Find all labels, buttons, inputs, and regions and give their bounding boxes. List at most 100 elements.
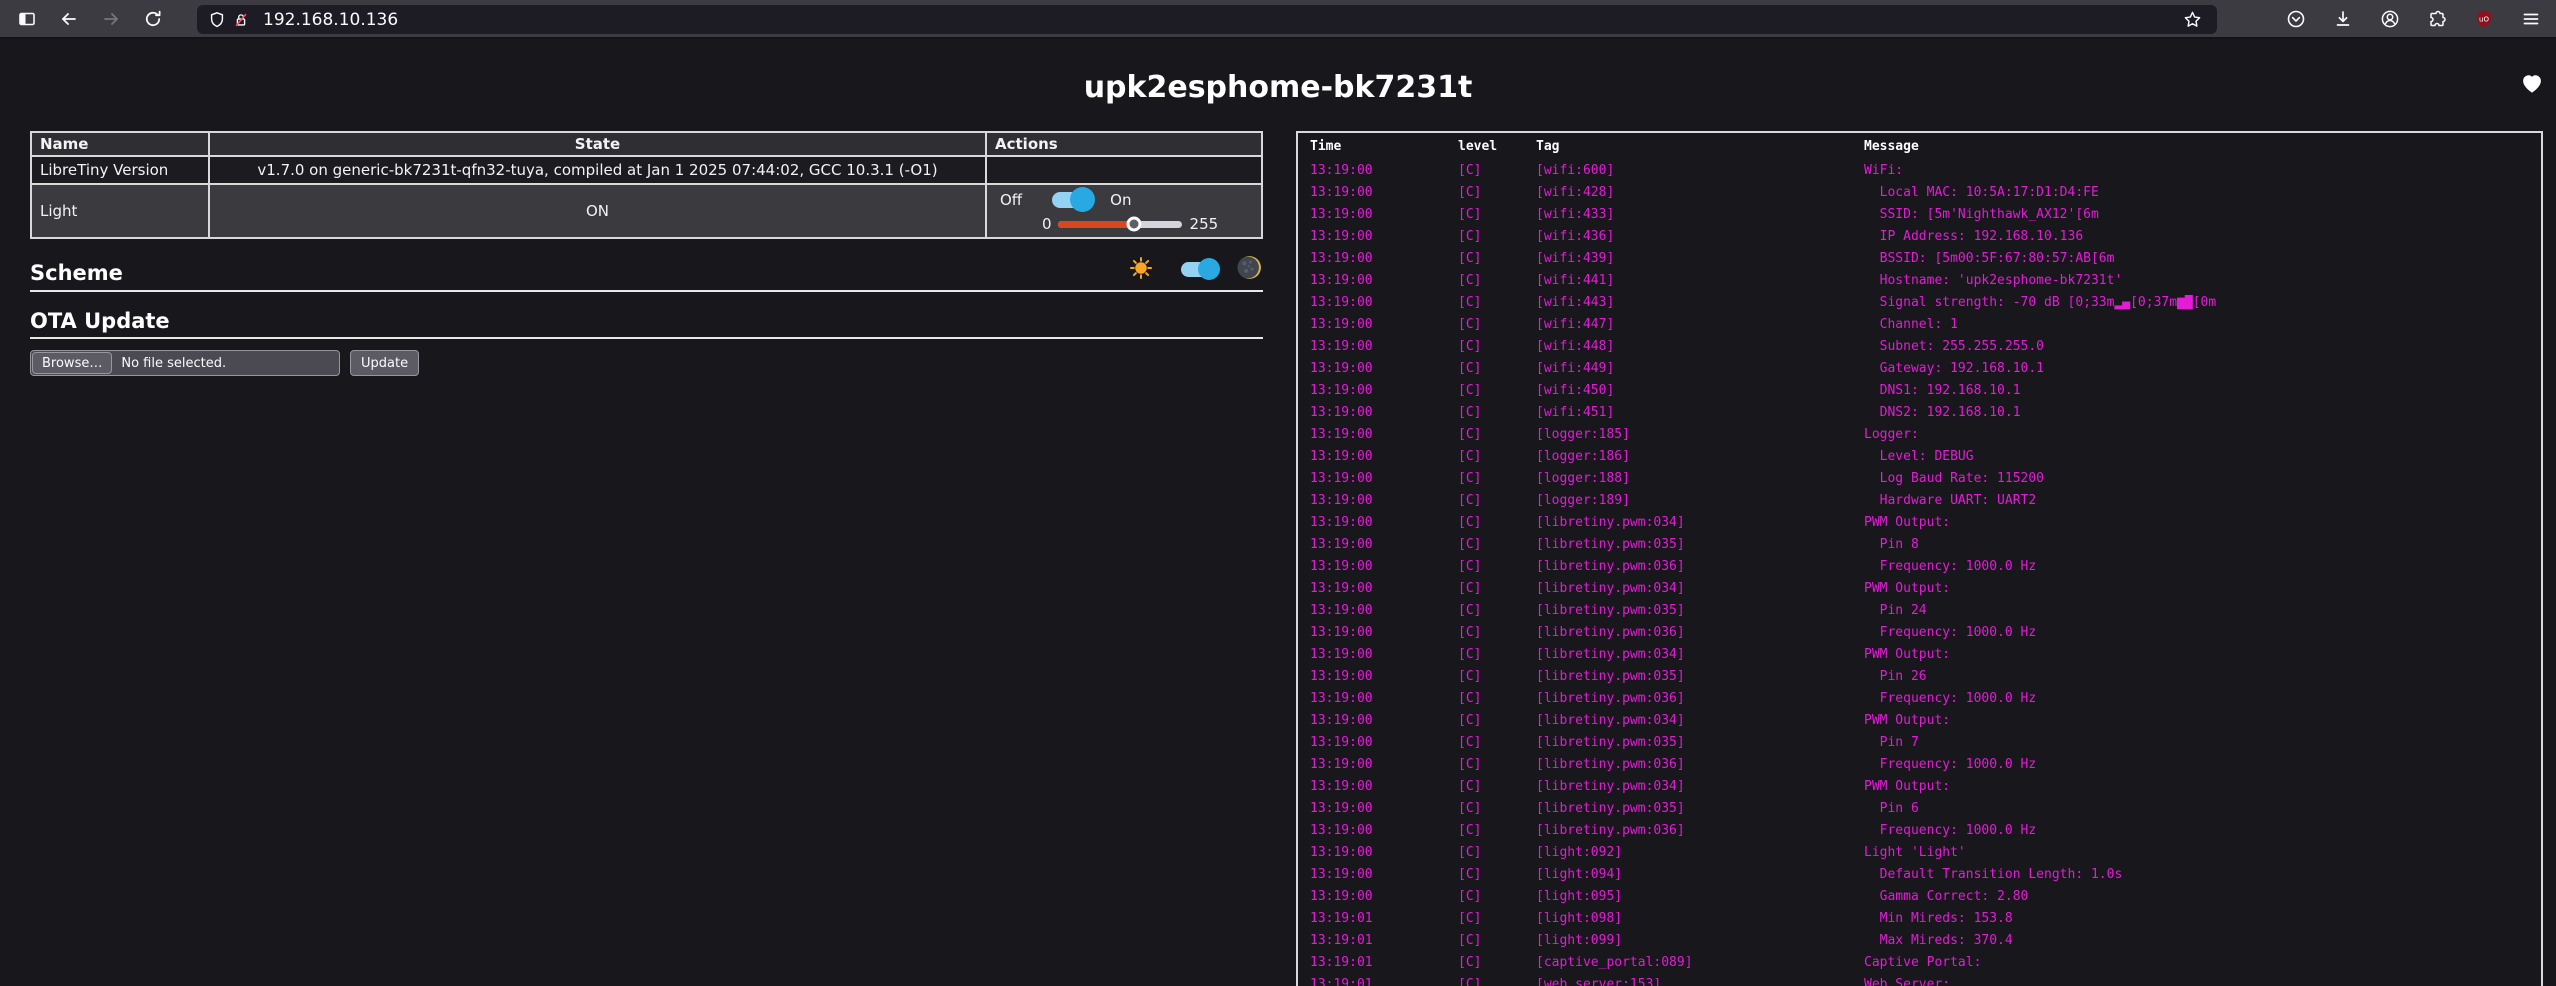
bookmark-star-icon[interactable] [2175, 5, 2209, 35]
log-level: [C] [1458, 427, 1536, 442]
log-level: [C] [1458, 911, 1536, 926]
log-row: 13:19:00 [C] [wifi:449] Gateway: 192.168… [1298, 357, 2541, 379]
log-time: 13:19:00 [1310, 163, 1458, 178]
log-tag: [wifi:443] [1536, 295, 1864, 310]
log-level: [C] [1458, 251, 1536, 266]
log-tag: [libretiny.pwm:036] [1536, 559, 1864, 574]
log-level: [C] [1458, 867, 1536, 882]
log-time: 13:19:00 [1310, 757, 1458, 772]
entity-actions: Off On 0 255 [986, 184, 1262, 238]
log-tag: [libretiny.pwm:036] [1536, 757, 1864, 772]
log-message: Pin 6 [1864, 801, 2541, 816]
log-time: 13:19:00 [1310, 405, 1458, 420]
log-row: 13:19:00 [C] [logger:186] Level: DEBUG [1298, 445, 2541, 467]
url-bar[interactable]: 192.168.10.136 [197, 5, 2217, 34]
log-time: 13:19:00 [1310, 647, 1458, 662]
log-tag: [wifi:447] [1536, 317, 1864, 332]
tracking-shield-icon[interactable] [205, 5, 229, 35]
ota-section-header: OTA Update [30, 309, 1263, 339]
log-time: 13:19:00 [1310, 361, 1458, 376]
entity-name: Light [31, 184, 209, 238]
svg-text:uO: uO [2479, 16, 2489, 24]
log-row: 13:19:00 [C] [libretiny.pwm:034] PWM Out… [1298, 643, 2541, 665]
log-message: IP Address: 192.168.10.136 [1864, 229, 2541, 244]
insecure-lock-icon[interactable] [229, 5, 253, 35]
log-level: [C] [1458, 955, 1536, 970]
ota-file-input[interactable]: Browse… No file selected. [30, 350, 340, 376]
log-tag: [libretiny.pwm:034] [1536, 779, 1864, 794]
file-status-text: No file selected. [121, 356, 226, 371]
log-tag: [libretiny.pwm:034] [1536, 581, 1864, 596]
light-toggle-switch[interactable] [1052, 192, 1092, 208]
log-tag: [libretiny.pwm:035] [1536, 537, 1864, 552]
log-level: [C] [1458, 647, 1536, 662]
log-level: [C] [1458, 493, 1536, 508]
log-message: PWM Output: [1864, 647, 2541, 662]
ota-heading: OTA Update [30, 309, 1263, 333]
log-row: 13:19:00 [C] [light:094] Default Transit… [1298, 863, 2541, 885]
ublock-origin-icon[interactable]: uO [2467, 4, 2501, 34]
log-level: [C] [1458, 889, 1536, 904]
reload-icon[interactable] [136, 4, 170, 34]
log-level: [C] [1458, 207, 1536, 222]
log-header-time: Time [1310, 139, 1458, 154]
moon-icon [1236, 254, 1263, 285]
log-message: PWM Output: [1864, 779, 2541, 794]
entity-actions-empty [986, 156, 1262, 184]
back-icon[interactable] [52, 4, 86, 34]
scheme-toggle-switch[interactable] [1181, 262, 1217, 277]
log-time: 13:19:00 [1310, 867, 1458, 882]
log-time: 13:19:01 [1310, 933, 1458, 948]
log-message: Signal strength: -70 dB [0;33m▂▄[0;37m▆█… [1864, 295, 2541, 310]
log-tag: [logger:188] [1536, 471, 1864, 486]
log-time: 13:19:00 [1310, 273, 1458, 288]
menu-icon[interactable] [2514, 4, 2548, 34]
log-level: [C] [1458, 537, 1536, 552]
scheme-toggle-knob [1198, 258, 1220, 280]
log-time: 13:19:01 [1310, 911, 1458, 926]
account-icon[interactable] [2373, 4, 2407, 34]
log-time: 13:19:00 [1310, 603, 1458, 618]
log-time: 13:19:00 [1310, 449, 1458, 464]
log-time: 13:19:00 [1310, 471, 1458, 486]
log-tag: [wifi:436] [1536, 229, 1864, 244]
log-message: Pin 7 [1864, 735, 2541, 750]
browser-toolbar: 192.168.10.136 uO [0, 0, 2556, 39]
update-button[interactable]: Update [350, 350, 419, 376]
scheme-heading: Scheme [30, 261, 123, 285]
log-level: [C] [1458, 801, 1536, 816]
log-level: [C] [1458, 735, 1536, 750]
log-tag: [captive_portal:089] [1536, 955, 1864, 970]
log-time: 13:19:00 [1310, 559, 1458, 574]
log-row: 13:19:00 [C] [libretiny.pwm:034] PWM Out… [1298, 709, 2541, 731]
log-row: 13:19:00 [C] [wifi:448] Subnet: 255.255.… [1298, 335, 2541, 357]
log-tag: [libretiny.pwm:035] [1536, 603, 1864, 618]
log-level: [C] [1458, 471, 1536, 486]
log-time: 13:19:00 [1310, 383, 1458, 398]
log-row: 13:19:00 [C] [logger:188] Log Baud Rate:… [1298, 467, 2541, 489]
download-icon[interactable] [2326, 4, 2360, 34]
entity-state: ON [209, 184, 986, 238]
log-header-level: level [1458, 139, 1536, 154]
log-row: 13:19:00 [C] [libretiny.pwm:036] Frequen… [1298, 819, 2541, 841]
light-brightness-slider[interactable] [1058, 221, 1182, 228]
log-message: Subnet: 255.255.255.0 [1864, 339, 2541, 354]
log-tag: [wifi:450] [1536, 383, 1864, 398]
url-text[interactable]: 192.168.10.136 [263, 10, 2175, 30]
forward-icon[interactable] [94, 4, 128, 34]
pocket-icon[interactable] [2279, 4, 2313, 34]
sidebar-icon[interactable] [10, 4, 44, 34]
browse-button[interactable]: Browse… [32, 352, 112, 374]
log-tag: [logger:186] [1536, 449, 1864, 464]
log-time: 13:19:00 [1310, 515, 1458, 530]
log-tag: [libretiny.pwm:036] [1536, 691, 1864, 706]
log-time: 13:19:00 [1310, 317, 1458, 332]
log-message: Frequency: 1000.0 Hz [1864, 625, 2541, 640]
log-row: 13:19:00 [C] [libretiny.pwm:035] Pin 24 [1298, 599, 2541, 621]
extensions-icon[interactable] [2420, 4, 2454, 34]
brightness-slider-thumb[interactable] [1127, 217, 1142, 232]
log-level: [C] [1458, 273, 1536, 288]
log-message: BSSID: [5m00:5F:67:80:57:AB[6m [1864, 251, 2541, 266]
log-level: [C] [1458, 713, 1536, 728]
log-message: Max Mireds: 370.4 [1864, 933, 2541, 948]
